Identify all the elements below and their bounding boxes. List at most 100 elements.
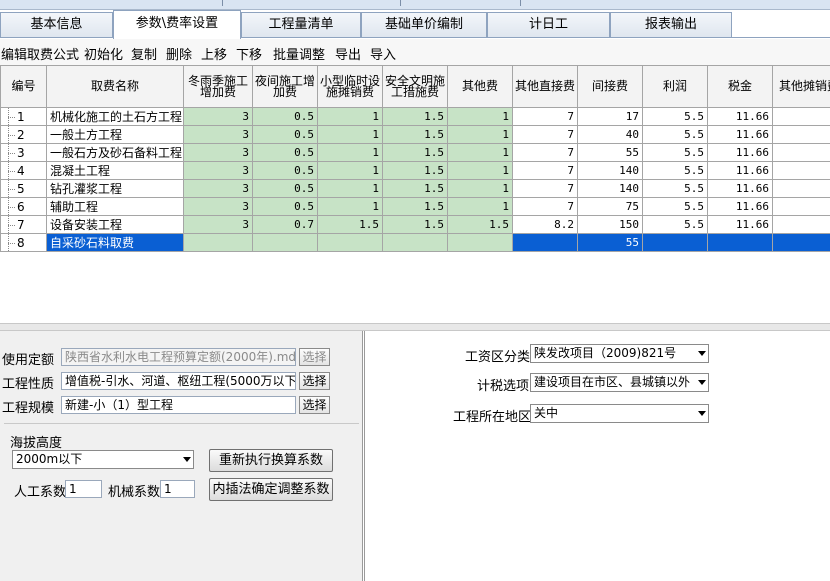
table-row[interactable]: 4 混凝土工程 3 0.5 1 1.5 1 7 140 5.5 11.66 [0, 161, 830, 180]
rate-cell[interactable]: 40 [577, 125, 643, 144]
table-row[interactable]: 7 设备安装工程 3 0.7 1.5 1.5 1.5 8.2 150 5.5 11.66 [0, 215, 830, 234]
rate-cell[interactable]: 7 [512, 107, 578, 126]
rate-cell[interactable]: 17 [577, 107, 643, 126]
panel-splitter[interactable] [0, 323, 830, 331]
rate-cell[interactable]: 7 [512, 179, 578, 198]
tax-option-select[interactable]: 建设项目在市区、县城镇以外 [530, 373, 709, 392]
rate-cell[interactable]: 1.5 [382, 107, 448, 126]
rate-cell[interactable]: 0.5 [252, 197, 318, 216]
rate-cell[interactable]: 8.2 [512, 215, 578, 234]
rate-cell[interactable]: 1.5 [382, 197, 448, 216]
rate-cell[interactable]: 1.5 [382, 161, 448, 180]
table-row[interactable]: 3 一般石方及砂石备料工程 3 0.5 1 1.5 1 7 55 5.5 11.66 [0, 143, 830, 162]
rate-cell[interactable]: 11.66 [707, 125, 773, 144]
init-button[interactable]: 初始化 [84, 44, 123, 63]
rate-cell[interactable] [252, 233, 318, 252]
col-header[interactable]: 其他摊销费 [772, 65, 830, 108]
rate-cell[interactable]: 1.5 [447, 215, 513, 234]
rate-cell[interactable] [772, 161, 830, 180]
rate-cell[interactable]: 5.5 [642, 179, 708, 198]
row-number-cell[interactable]: 4 [0, 161, 47, 180]
row-number-cell[interactable]: 6 [0, 197, 47, 216]
copy-button[interactable]: 复制 [131, 44, 157, 63]
move-up-button[interactable]: 上移 [201, 44, 227, 63]
fee-name-cell[interactable]: 自采砂石料取费 [46, 233, 184, 252]
edit-formula-button[interactable]: 编辑取费公式 [1, 44, 79, 63]
rate-cell[interactable]: 11.66 [707, 197, 773, 216]
rate-cell[interactable]: 55 [577, 233, 643, 252]
fee-name-cell[interactable]: 辅助工程 [46, 197, 184, 216]
wage-zone-select[interactable]: 陕发改项目（2009)821号 [530, 344, 709, 363]
rate-cell[interactable]: 75 [577, 197, 643, 216]
rate-cell[interactable] [642, 233, 708, 252]
rate-cell[interactable]: 0.5 [252, 161, 318, 180]
region-select[interactable]: 关中 [530, 404, 709, 423]
rate-cell[interactable]: 3 [183, 125, 253, 144]
rate-cell[interactable] [772, 125, 830, 144]
col-header[interactable]: 其他直接费 [512, 65, 578, 108]
table-row[interactable]: 8 自采砂石料取费 55 [0, 233, 830, 252]
rate-cell[interactable]: 1 [447, 179, 513, 198]
delete-button[interactable]: 删除 [166, 44, 192, 63]
rate-cell[interactable]: 150 [577, 215, 643, 234]
fee-name-cell[interactable]: 钻孔灌浆工程 [46, 179, 184, 198]
rate-cell[interactable]: 55 [577, 143, 643, 162]
rate-cell[interactable]: 7 [512, 197, 578, 216]
rate-cell[interactable]: 1 [447, 197, 513, 216]
rate-cell[interactable]: 1 [317, 179, 383, 198]
table-row[interactable]: 2 一般土方工程 3 0.5 1 1.5 1 7 40 5.5 11.66 [0, 125, 830, 144]
tab-basic-info[interactable]: 基本信息 [0, 12, 113, 37]
import-button[interactable]: 导入 [370, 44, 396, 63]
rate-cell[interactable] [183, 233, 253, 252]
rate-cell[interactable]: 3 [183, 197, 253, 216]
labor-coef-input[interactable]: 1 [65, 480, 102, 498]
rate-cell[interactable]: 3 [183, 179, 253, 198]
rate-cell[interactable] [707, 233, 773, 252]
rate-cell[interactable]: 0.5 [252, 107, 318, 126]
machine-coef-input[interactable]: 1 [160, 480, 195, 498]
col-header[interactable]: 夜间施工增加费 [252, 65, 318, 108]
rate-cell[interactable]: 1 [317, 125, 383, 144]
rate-cell[interactable]: 1 [447, 161, 513, 180]
rate-cell[interactable] [382, 233, 448, 252]
col-header[interactable]: 小型临时设施摊销费 [317, 65, 383, 108]
row-number-cell[interactable]: 5 [0, 179, 47, 198]
row-number-cell[interactable]: 3 [0, 143, 47, 162]
rate-cell[interactable]: 11.66 [707, 161, 773, 180]
rate-cell[interactable]: 0.7 [252, 215, 318, 234]
fee-name-cell[interactable]: 机械化施工的土石方工程 [46, 107, 184, 126]
row-number-cell[interactable]: 8 [0, 233, 47, 252]
fee-name-cell[interactable]: 混凝土工程 [46, 161, 184, 180]
rate-cell[interactable]: 11.66 [707, 215, 773, 234]
nature-field[interactable]: 增值税-引水、河道、枢纽工程(5000万以下) [61, 372, 296, 390]
col-header[interactable]: 利润 [642, 65, 708, 108]
fee-name-cell[interactable]: 设备安装工程 [46, 215, 184, 234]
rate-cell[interactable] [772, 233, 830, 252]
table-row[interactable]: 1 机械化施工的土石方工程 3 0.5 1 1.5 1 7 17 5.5 11.66 [0, 107, 830, 126]
rate-cell[interactable]: 3 [183, 215, 253, 234]
scale-select-button[interactable]: 选择 [299, 396, 330, 414]
rate-cell[interactable]: 140 [577, 161, 643, 180]
interpolation-button[interactable]: 内插法确定调整系数 [209, 478, 333, 501]
rate-cell[interactable] [317, 233, 383, 252]
rate-cell[interactable]: 11.66 [707, 179, 773, 198]
col-header[interactable]: 间接费 [577, 65, 643, 108]
tab-daywork[interactable]: 计日工 [487, 12, 610, 37]
fee-name-cell[interactable]: 一般石方及砂石备料工程 [46, 143, 184, 162]
altitude-select[interactable]: 2000m以下 [12, 450, 194, 469]
rate-cell[interactable]: 7 [512, 143, 578, 162]
recalc-coefficient-button[interactable]: 重新执行换算系数 [209, 449, 333, 472]
rate-cell[interactable]: 7 [512, 161, 578, 180]
tab-quantity-list[interactable]: 工程量清单 [241, 12, 361, 37]
move-down-button[interactable]: 下移 [236, 44, 262, 63]
tab-params-rates[interactable]: 参数\费率设置 [113, 10, 241, 39]
rate-cell[interactable]: 0.5 [252, 179, 318, 198]
rate-cell[interactable]: 5.5 [642, 197, 708, 216]
col-header[interactable]: 安全文明施工措施费 [382, 65, 448, 108]
rate-cell[interactable]: 5.5 [642, 107, 708, 126]
rate-cell[interactable]: 0.5 [252, 143, 318, 162]
col-header[interactable]: 其他费 [447, 65, 513, 108]
rate-cell[interactable]: 1.5 [382, 125, 448, 144]
rate-cell[interactable]: 1 [447, 125, 513, 144]
batch-adjust-button[interactable]: 批量调整 [273, 44, 325, 63]
